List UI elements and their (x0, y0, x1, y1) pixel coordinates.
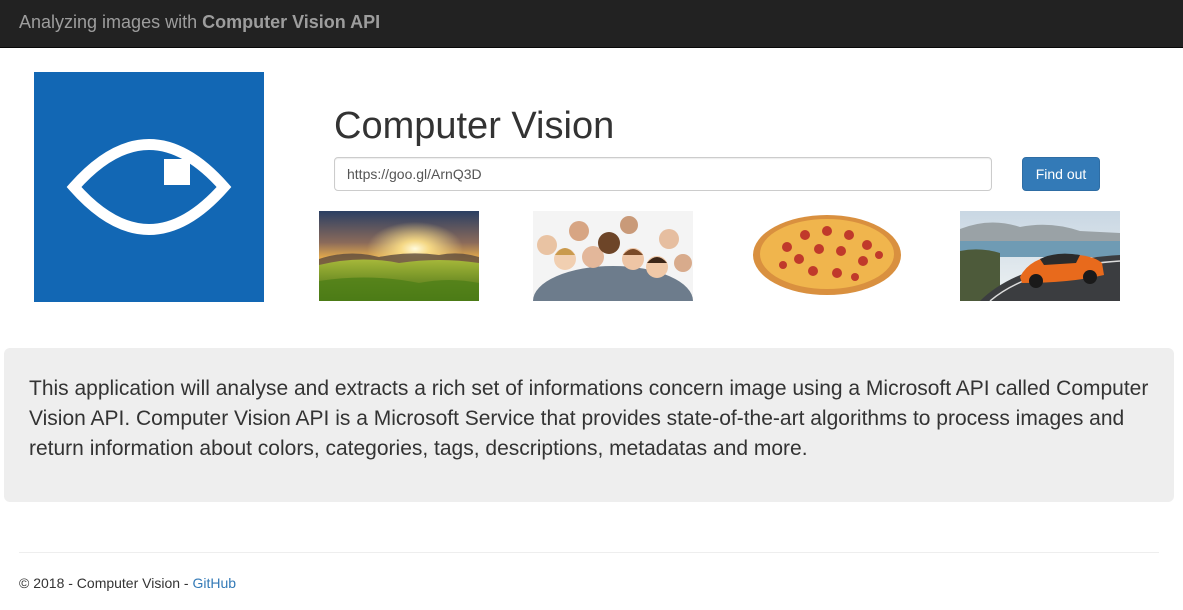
description-text: This application will analyse and extrac… (29, 377, 1149, 460)
sample-image-sunset-landscape[interactable] (319, 211, 479, 301)
sample-image-group-of-people[interactable] (533, 211, 693, 301)
brand-prefix: Analyzing images with (19, 12, 203, 32)
find-out-button[interactable]: Find out (1022, 157, 1100, 191)
brand-bold: Computer Vision API (202, 12, 381, 32)
sample-image-pizza[interactable] (747, 211, 907, 301)
github-link[interactable]: GitHub (192, 575, 236, 591)
eye-icon (66, 139, 232, 235)
footer: © 2018 - Computer Vision - GitHub (19, 574, 236, 592)
navbar-brand[interactable]: Analyzing images with Computer Vision AP… (19, 12, 380, 32)
footer-copyright: © 2018 - Computer Vision - (19, 575, 193, 591)
navbar: Analyzing images with Computer Vision AP… (0, 0, 1183, 48)
footer-divider (19, 552, 1159, 553)
page-title: Computer Vision (334, 105, 615, 147)
eye-logo (34, 72, 264, 302)
image-url-input[interactable] (334, 157, 992, 191)
description-panel: This application will analyse and extrac… (4, 348, 1174, 502)
sample-image-orange-sports-car[interactable] (960, 211, 1120, 301)
